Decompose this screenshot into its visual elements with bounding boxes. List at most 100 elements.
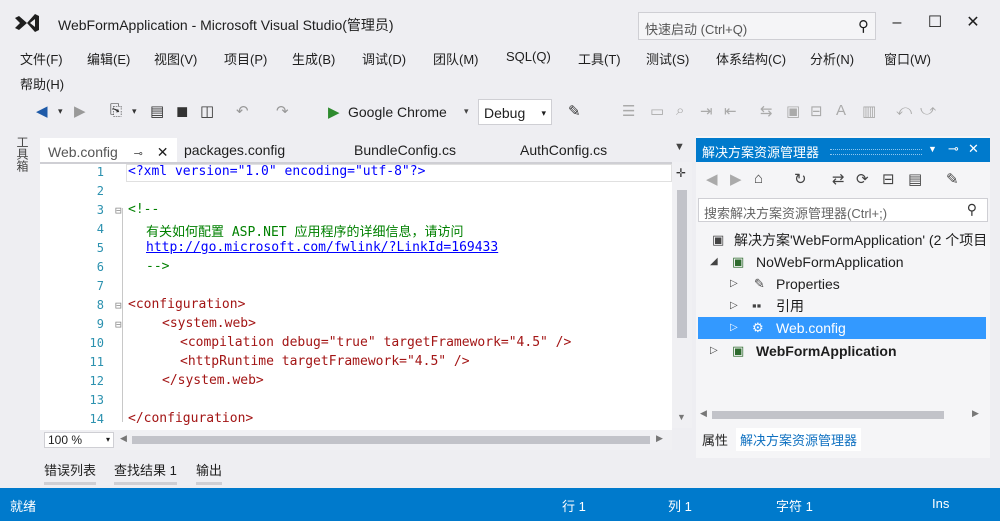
collapsed-arrow-icon[interactable]: ▷	[730, 317, 738, 339]
scroll-down-icon[interactable]: ▼	[677, 412, 686, 422]
find-in-files-icon[interactable]: ✎	[568, 102, 581, 120]
tree-item-project[interactable]: ◢ ▣ NoWebFormApplication	[698, 251, 986, 273]
search-icon[interactable]: ⚲	[967, 201, 977, 218]
code-link[interactable]: http://go.microsoft.com/fwlink/?LinkId=1…	[146, 240, 498, 255]
open-file-icon[interactable]: ▤	[150, 102, 164, 120]
menu-project[interactable]: 项目(P)	[224, 49, 267, 68]
undo-icon[interactable]: ↶	[236, 102, 249, 120]
tree-item-project[interactable]: ▷ ▣ WebFormApplication	[698, 340, 986, 362]
back-icon[interactable]: ◀	[36, 102, 48, 120]
tab-properties[interactable]: 属性	[702, 430, 728, 449]
collapse-all-icon[interactable]: ⊟	[882, 170, 895, 188]
close-button[interactable]: ✕	[956, 10, 990, 36]
back-dropdown-icon[interactable]: ▾	[58, 106, 63, 117]
menu-team[interactable]: 团队(M)	[433, 49, 479, 68]
menu-build[interactable]: 生成(B)	[292, 49, 335, 68]
new-project-icon[interactable]: ⎘	[110, 102, 122, 119]
scrollbar-thumb[interactable]	[132, 436, 650, 444]
designer-icon[interactable]: ⊟	[810, 102, 823, 120]
back-icon[interactable]: ◀	[706, 170, 718, 188]
collapse-icon[interactable]: ⊟	[115, 204, 122, 217]
collapse-icon[interactable]: ⊟	[115, 299, 122, 312]
menu-edit[interactable]: 编辑(E)	[87, 49, 130, 68]
solution-configuration-select[interactable]: Debug ▾	[478, 99, 552, 125]
show-all-files-icon[interactable]: ▤	[908, 170, 922, 188]
collapsed-arrow-icon[interactable]: ▷	[710, 340, 718, 362]
next-bookmark-icon[interactable]: ⤻	[920, 102, 936, 119]
menu-view[interactable]: 视图(V)	[154, 49, 197, 68]
indent-icon[interactable]: ⇥	[700, 102, 713, 120]
menu-analyze[interactable]: 分析(N)	[810, 49, 854, 68]
font-size-icon[interactable]: A	[836, 102, 846, 119]
pin-icon[interactable]: ⊸	[134, 148, 143, 160]
tab-packages-config[interactable]: packages.config	[184, 138, 285, 162]
save-icon[interactable]: ◼	[176, 102, 188, 120]
tree-item-references[interactable]: ▷ ▪▪ 引用	[698, 295, 986, 317]
tab-find-results[interactable]: 查找结果 1	[114, 460, 177, 485]
close-icon[interactable]: ✕	[968, 141, 979, 157]
format-icon[interactable]: ⇆	[760, 102, 773, 120]
zoom-select[interactable]: 100 % ▾	[44, 432, 114, 448]
outline-icon[interactable]: ▥	[862, 102, 876, 120]
menu-sql[interactable]: SQL(Q)	[506, 49, 551, 64]
horizontal-scrollbar[interactable]: ◀ ▶	[698, 406, 986, 424]
redo-icon[interactable]: ↷	[276, 102, 289, 120]
minimize-button[interactable]: ‒	[880, 10, 914, 36]
forward-icon[interactable]: ▶	[74, 102, 86, 120]
pin-icon[interactable]: ⊸	[948, 141, 959, 157]
solution-search-input[interactable]: 搜索解决方案资源管理器(Ctrl+;) ⚲	[698, 198, 988, 222]
tab-overflow-icon[interactable]: ▼	[674, 141, 685, 153]
tree-item-solution[interactable]: ▣ 解决方案'WebFormApplication' (2 个项目)	[698, 229, 986, 251]
home-icon[interactable]: ⌂	[754, 170, 763, 187]
menu-tools[interactable]: 工具(T)	[578, 49, 621, 68]
bookmark-icon[interactable]: ▭	[650, 102, 664, 120]
tab-output[interactable]: 输出	[196, 460, 223, 485]
previous-bookmark-icon[interactable]: ⤺	[896, 102, 912, 119]
toolbox-tab[interactable]: 工具箱	[14, 136, 36, 180]
line-number: 13	[89, 393, 104, 407]
view-code-icon[interactable]: ▣	[786, 102, 800, 120]
menu-help[interactable]: 帮助(H)	[20, 74, 64, 93]
tab-web-config[interactable]: Web.config ⊸ ✕	[40, 138, 177, 164]
quick-launch-input[interactable]: 快速启动 (Ctrl+Q) ⚲	[638, 12, 876, 40]
collapsed-arrow-icon[interactable]: ▷	[730, 295, 738, 317]
sync-icon[interactable]: ⇄	[832, 170, 845, 188]
forward-icon[interactable]: ▶	[730, 170, 742, 188]
drag-grip[interactable]	[830, 149, 922, 155]
menu-debug[interactable]: 调试(D)	[362, 49, 406, 68]
menu-test[interactable]: 测试(S)	[646, 49, 689, 68]
tab-solution-explorer[interactable]: 解决方案资源管理器	[736, 428, 862, 451]
comment-icon[interactable]: ☰	[622, 102, 635, 120]
tree-item-web-config[interactable]: ▷ ⚙ Web.config	[698, 317, 986, 339]
collapsed-arrow-icon[interactable]: ▷	[730, 273, 738, 295]
expanded-arrow-icon[interactable]: ◢	[710, 251, 718, 273]
save-all-icon[interactable]: ◫	[200, 102, 214, 120]
outdent-icon[interactable]: ⇤	[724, 102, 737, 120]
chevron-down-icon[interactable]: ▾	[464, 106, 469, 117]
navigate-icon[interactable]: ⌕	[676, 102, 684, 119]
scroll-left-icon[interactable]: ◀	[120, 433, 127, 444]
menu-file[interactable]: 文件(F)	[20, 49, 63, 68]
menu-architecture[interactable]: 体系结构(C)	[716, 49, 786, 68]
close-tab-icon[interactable]: ✕	[157, 144, 169, 160]
tree-item-properties[interactable]: ▷ ✎ Properties	[698, 273, 986, 295]
scroll-left-icon[interactable]: ◀	[700, 408, 707, 419]
refresh-icon[interactable]: ⟳	[856, 170, 869, 188]
pending-changes-icon[interactable]: ↻	[794, 170, 807, 188]
scroll-right-icon[interactable]: ▶	[656, 433, 663, 444]
scrollbar-thumb[interactable]	[712, 411, 944, 419]
window-position-icon[interactable]: ▼	[928, 144, 937, 154]
scrollbar-thumb[interactable]	[677, 190, 687, 338]
menu-window[interactable]: 窗口(W)	[884, 49, 931, 68]
search-icon[interactable]: ⚲	[858, 17, 869, 35]
vertical-scrollbar[interactable]: ✛ ▼	[672, 162, 692, 428]
maximize-button[interactable]: ☐	[918, 10, 952, 36]
scroll-right-icon[interactable]: ▶	[972, 408, 979, 419]
collapse-icon[interactable]: ⊟	[115, 318, 122, 331]
split-window-icon[interactable]: ✛	[676, 166, 686, 180]
tab-error-list[interactable]: 错误列表	[44, 460, 97, 485]
tab-auth-config[interactable]: AuthConfig.cs	[520, 138, 607, 162]
properties-wrench-icon[interactable]: ✎	[946, 170, 959, 188]
tab-bundle-config[interactable]: BundleConfig.cs	[354, 138, 456, 162]
new-dropdown-icon[interactable]: ▾	[132, 106, 137, 117]
